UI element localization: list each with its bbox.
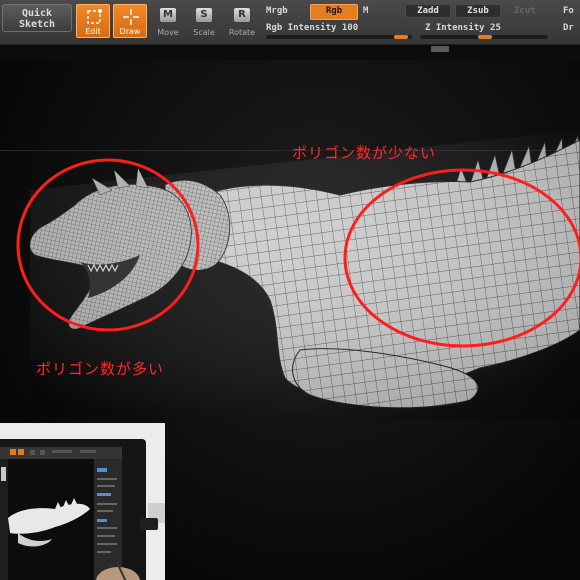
inset-tablet-photo (0, 423, 165, 580)
usb-cable-icon (140, 518, 158, 530)
tablet-photo-illustration (0, 423, 165, 580)
high-poly-annotation: ポリゴン数が多い (36, 360, 165, 378)
low-poly-annotation: ポリゴン数が少ない (292, 144, 437, 162)
